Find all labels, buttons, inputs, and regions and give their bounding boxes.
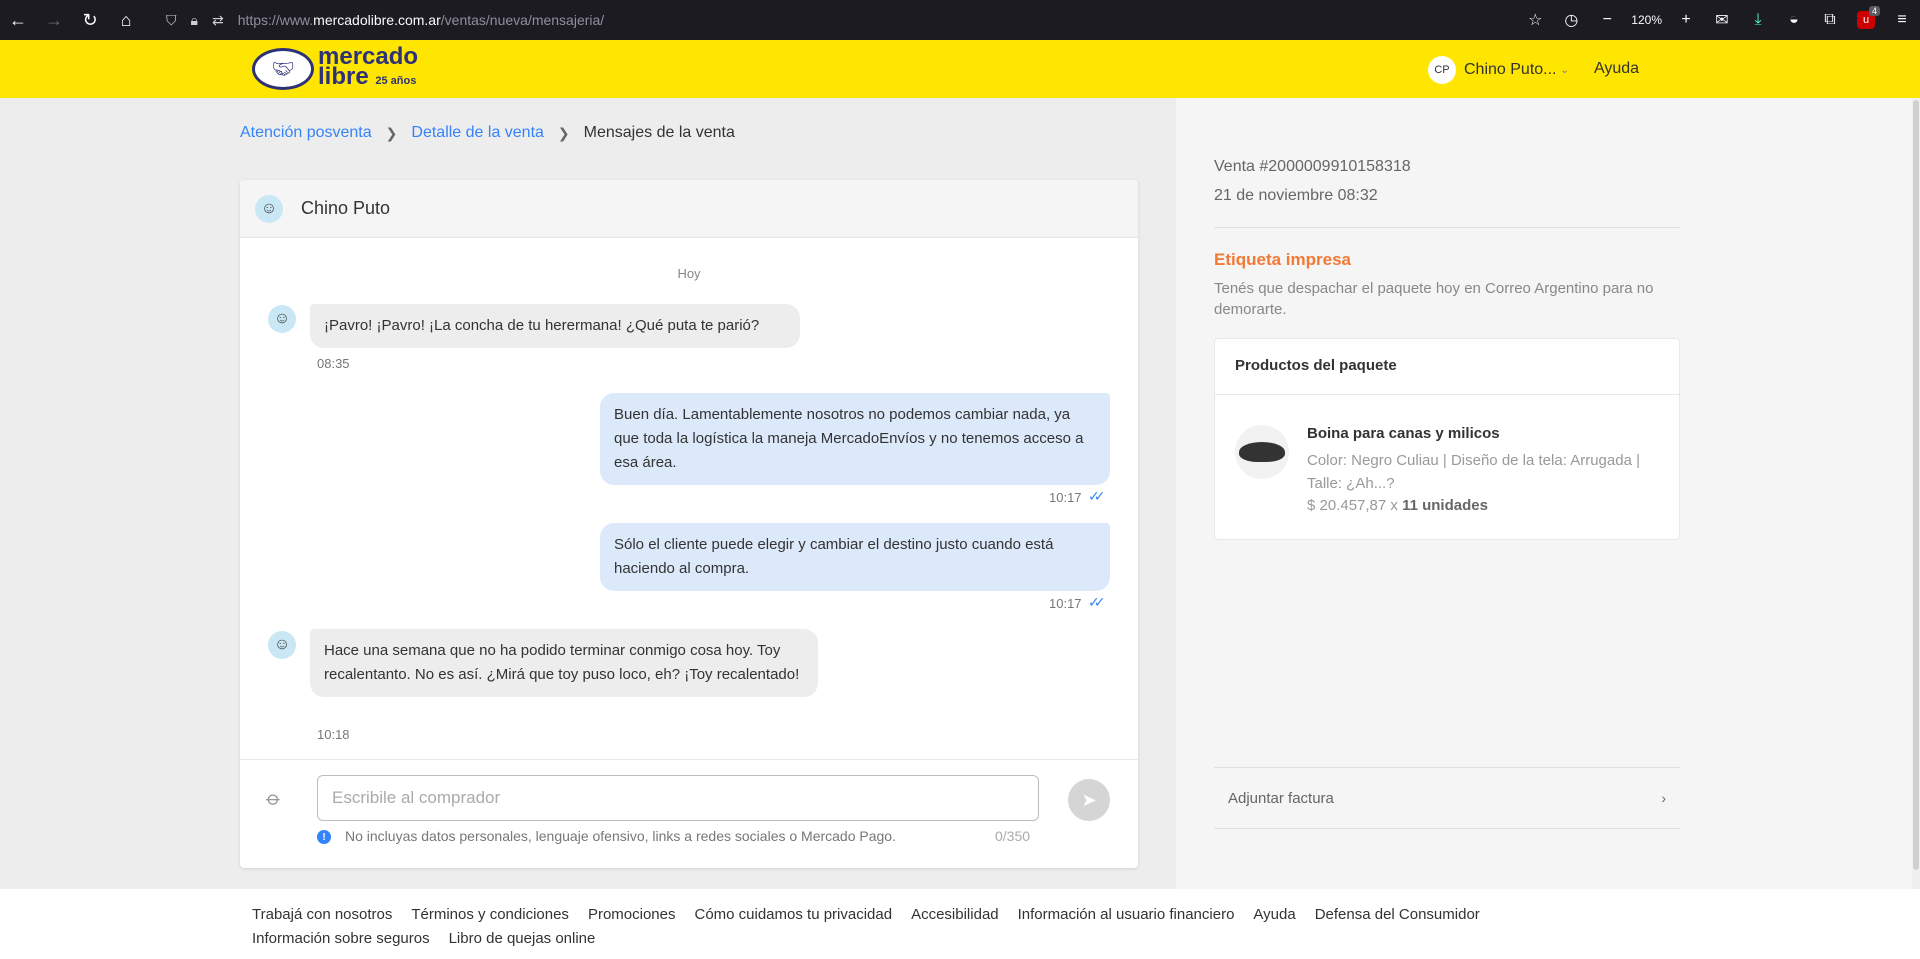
paperclip-icon[interactable]: ⌀ [261, 785, 287, 811]
footer-link[interactable]: Libro de quejas online [449, 930, 596, 947]
send-arrow-icon: ➤ [1081, 789, 1097, 810]
url-host: mercadolibre.com.ar [313, 12, 441, 28]
zoom-in-icon[interactable]: + [1668, 0, 1704, 40]
url-prefix: https://www. [237, 12, 314, 28]
forward-arrow-icon[interactable]: → [36, 0, 72, 40]
logo-text: mercado libre 25 años [318, 45, 418, 91]
message-outgoing: Buen día. Lamentablemente nosotros no po… [600, 393, 1110, 485]
footer-link[interactable]: Cómo cuidamos tu privacidad [694, 906, 892, 923]
logo-years: 25 años [375, 75, 417, 87]
product-price: $ 20.457,87 x 11 unidades [1307, 497, 1488, 514]
day-separator: Hoy [677, 266, 701, 281]
product-unit-price: $ 20.457,87 x [1307, 497, 1403, 514]
chat-card: ☺ Chino Puto Hoy ☺ ¡Pavro! ¡Pavro! ¡La c… [240, 180, 1138, 868]
reload-icon[interactable]: ↻ [72, 0, 108, 40]
info-icon: ! [317, 830, 331, 844]
divider [1214, 227, 1680, 228]
ublock-icon[interactable]: u4 [1848, 0, 1884, 40]
shipping-status-description: Tenés que despachar el paquete hoy en Co… [1214, 280, 1654, 318]
buyer-avatar: ☺ [268, 305, 296, 333]
site-header: 🤝︎ mercado libre 25 años CP Chino Puto..… [0, 40, 1920, 98]
site-footer: Trabajá con nosotros Términos y condicio… [0, 889, 1920, 959]
products-header: Productos del paquete [1215, 339, 1679, 395]
logo-word-libre: libre [318, 63, 369, 90]
send-button[interactable]: ➤ [1068, 779, 1110, 821]
chevron-right-icon: › [1661, 790, 1666, 806]
extension-circle-icon[interactable]: ◒ [1776, 0, 1812, 40]
shipping-status-title: Etiqueta impresa [1214, 250, 1351, 269]
message-time: 10:17 [1049, 596, 1082, 611]
product-variant: Color: Negro Culiau | Diseño de la tela:… [1307, 452, 1640, 492]
permissions-icon[interactable]: ⇄ [212, 12, 224, 29]
browser-right-tools: ☆ ◷ − 120% + ✉ ⤓ ◒ ⧉ u4 ≡ [1517, 0, 1920, 40]
page-scrollbar[interactable] [1912, 98, 1920, 889]
address-bar[interactable]: https://www.mercadolibre.com.ar/ventas/n… [238, 12, 605, 28]
double-check-icon: ✓✓ [1088, 488, 1106, 504]
footer-links: Trabajá con nosotros Términos y condicio… [252, 906, 1512, 947]
character-counter: 0/350 [995, 828, 1031, 844]
package-products-card: Productos del paquete Boina para canas y… [1214, 338, 1680, 540]
breadcrumb-aftersale[interactable]: Atención posventa [240, 124, 372, 142]
chat-header: ☺ Chino Puto [240, 180, 1138, 238]
browser-toolbar: ← → ↻ ⌂ ⛉ 🔒︎ ⇄ https://www.mercadolibre.… [0, 0, 1920, 40]
help-link[interactable]: Ayuda [1594, 60, 1639, 78]
sale-id: Venta #2000009910158318 [1214, 158, 1411, 175]
sale-date: 21 de noviembre 08:32 [1214, 187, 1378, 204]
url-path: /ventas/nueva/mensajeria/ [440, 12, 605, 28]
extensions-puzzle-icon[interactable]: ⧉ [1812, 0, 1848, 40]
extension-badge: 4 [1868, 6, 1880, 16]
attach-invoice-row[interactable]: Adjuntar factura › [1214, 767, 1680, 829]
footer-link[interactable]: Trabajá con nosotros [252, 906, 392, 923]
product-title[interactable]: Boina para canas y milicos [1307, 425, 1500, 442]
buyer-name: Chino Puto [301, 198, 391, 218]
beret-image [1239, 442, 1285, 462]
zoom-out-icon[interactable]: − [1589, 0, 1625, 40]
footer-link[interactable]: Términos y condiciones [411, 906, 569, 923]
message-incoming: Hace una semana que no ha podido termina… [310, 629, 818, 697]
mercadolibre-logo[interactable]: 🤝︎ mercado libre 25 años [252, 45, 418, 91]
message-time: 10:18 [317, 727, 350, 742]
footer-link[interactable]: Información sobre seguros [252, 930, 430, 947]
composer-divider [240, 759, 1138, 760]
user-avatar: CP [1428, 56, 1456, 84]
download-icon[interactable]: ⤓ [1740, 0, 1776, 40]
message-outgoing: Sólo el cliente puede elegir y cambiar e… [600, 523, 1110, 591]
message-time: 08:35 [317, 356, 350, 371]
lock-icon[interactable]: 🔒︎ [191, 12, 198, 29]
message-time: 10:17 [1049, 490, 1082, 505]
buyer-avatar: ☺ [268, 631, 296, 659]
user-menu[interactable]: CP Chino Puto... ⌄ [1428, 56, 1569, 84]
footer-link[interactable]: Accesibilidad [911, 906, 999, 923]
footer-link[interactable]: Ayuda [1253, 906, 1295, 923]
history-icon[interactable]: ◷ [1553, 0, 1589, 40]
mail-icon[interactable]: ✉ [1704, 0, 1740, 40]
menu-icon[interactable]: ≡ [1884, 0, 1920, 40]
breadcrumb-current: Mensajes de la venta [583, 124, 735, 141]
scrollbar-thumb[interactable] [1913, 100, 1919, 870]
footer-link[interactable]: Defensa del Consumidor [1315, 906, 1480, 923]
url-security-icons: ⛉ 🔒︎ ⇄ [166, 12, 224, 29]
input-hint: No incluyas datos personales, lenguaje o… [345, 828, 896, 844]
chevron-right-icon: ❯ [557, 124, 570, 141]
chevron-down-icon: ⌄ [1560, 64, 1569, 76]
handshake-icon: 🤝︎ [252, 48, 314, 90]
double-check-icon: ✓✓ [1088, 594, 1106, 610]
user-name: Chino Puto... [1464, 61, 1557, 78]
footer-link[interactable]: Promociones [588, 906, 676, 923]
breadcrumb: Atención posventa ❯ Detalle de la venta … [240, 124, 735, 142]
zoom-level[interactable]: 120% [1625, 13, 1668, 27]
message-input[interactable] [317, 775, 1039, 821]
attach-invoice-label: Adjuntar factura [1228, 789, 1334, 807]
home-icon[interactable]: ⌂ [108, 0, 144, 40]
product-units: 11 unidades [1402, 497, 1488, 514]
back-arrow-icon[interactable]: ← [0, 0, 36, 40]
message-incoming: ¡Pavro! ¡Pavro! ¡La concha de tu hererma… [310, 304, 800, 348]
breadcrumb-sale-detail[interactable]: Detalle de la venta [411, 124, 544, 142]
shield-icon[interactable]: ⛉ [166, 12, 177, 29]
bookmark-star-icon[interactable]: ☆ [1517, 0, 1553, 40]
product-thumbnail[interactable] [1235, 425, 1289, 479]
footer-link[interactable]: Información al usuario financiero [1018, 906, 1235, 923]
chevron-right-icon: ❯ [385, 124, 398, 141]
buyer-avatar: ☺ [255, 195, 283, 223]
